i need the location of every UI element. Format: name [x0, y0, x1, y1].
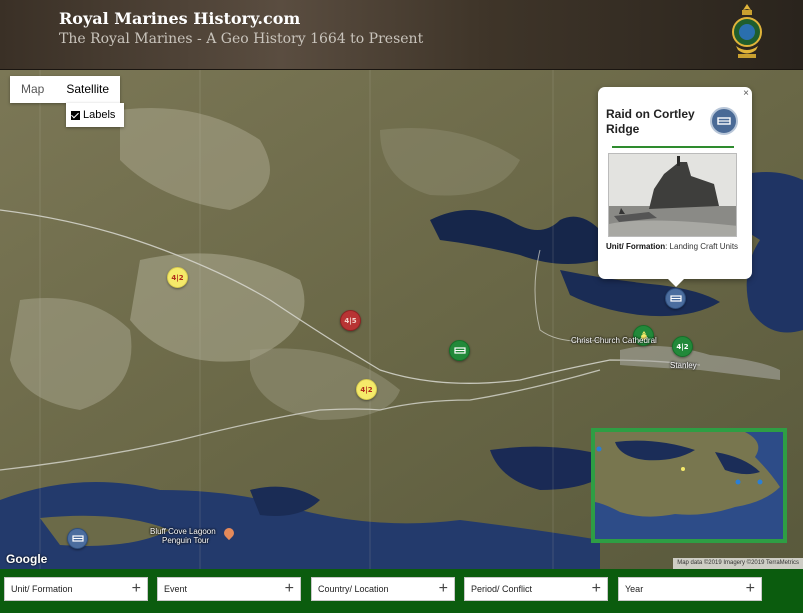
royal-marines-crest-icon [732, 4, 762, 58]
unit-marker[interactable]: 4|2 [167, 267, 188, 288]
filter-label: Unit/ Formation [11, 584, 73, 594]
landing-craft-icon [71, 534, 84, 542]
landing-craft-icon [453, 346, 466, 354]
site-title[interactable]: Royal Marines History.com [59, 9, 300, 28]
overview-map[interactable] [591, 428, 787, 543]
place-label-penguin-tour: Penguin Tour [162, 536, 209, 545]
place-label-christ-church: Christ Church Cathedral [571, 336, 657, 345]
filter-unit-formation[interactable]: Unit/ Formation + [4, 577, 148, 601]
landing-craft-marker-selected[interactable] [665, 288, 686, 309]
plus-icon[interactable]: + [592, 578, 601, 600]
info-window-close-button[interactable]: × [743, 88, 749, 99]
site-subtitle: The Royal Marines - A Geo History 1664 t… [59, 31, 424, 47]
unit-marker[interactable]: 4|5 [340, 310, 361, 331]
landing-craft-icon [710, 107, 738, 135]
site-header: Royal Marines History.com The Royal Mari… [0, 0, 803, 70]
map-type-satellite-button[interactable]: Satellite [55, 76, 121, 103]
labels-toggle[interactable]: Labels [66, 103, 124, 127]
map-canvas[interactable]: Map Satellite Labels 4|2 4|5 4|2 4|2 Chr [0, 70, 803, 569]
unit-marker[interactable]: 4|2 [356, 379, 377, 400]
place-label-stanley: Stanley [670, 361, 697, 370]
info-window: × Raid on Cortley Ridge Unit/ Formation:… [598, 87, 752, 287]
info-window-meta: Unit/ Formation: Landing Craft Units [606, 242, 746, 252]
info-window-divider [612, 146, 734, 148]
map-type-map-button[interactable]: Map [10, 76, 56, 103]
labels-checkbox[interactable] [71, 110, 80, 120]
filter-label: Year [625, 584, 644, 594]
filter-bar: Unit/ Formation + Event + Country/ Locat… [0, 569, 803, 613]
filter-label: Event [164, 584, 188, 594]
unit-marker[interactable]: 4|2 [672, 336, 693, 357]
map-attribution[interactable]: Map data ©2019 Imagery ©2019 TerraMetric… [673, 558, 803, 569]
landing-craft-marker[interactable] [449, 340, 470, 361]
place-label-bluff-cove: Bluff Cove Lagoon [150, 527, 216, 536]
meta-label: Unit/ Formation [606, 242, 666, 251]
filter-country-location[interactable]: Country/ Location + [311, 577, 455, 601]
info-window-photo[interactable] [608, 153, 737, 237]
landing-craft-marker[interactable] [67, 528, 88, 549]
filter-label: Period/ Conflict [471, 584, 533, 594]
plus-icon[interactable]: + [285, 578, 294, 600]
map-type-control: Map Satellite [10, 76, 121, 103]
filter-label: Country/ Location [318, 584, 389, 594]
plus-icon[interactable]: + [746, 578, 755, 600]
plus-icon[interactable]: + [132, 578, 141, 600]
filter-event[interactable]: Event + [157, 577, 301, 601]
labels-checkbox-label: Labels [83, 109, 116, 121]
meta-value: : Landing Craft Units [665, 242, 739, 251]
landing-craft-icon [669, 294, 682, 302]
info-window-title: Raid on Cortley Ridge [606, 107, 695, 136]
filter-period-conflict[interactable]: Period/ Conflict + [464, 577, 608, 601]
filter-year[interactable]: Year + [618, 577, 762, 601]
google-logo[interactable]: Google [6, 552, 47, 566]
plus-icon[interactable]: + [439, 578, 448, 600]
